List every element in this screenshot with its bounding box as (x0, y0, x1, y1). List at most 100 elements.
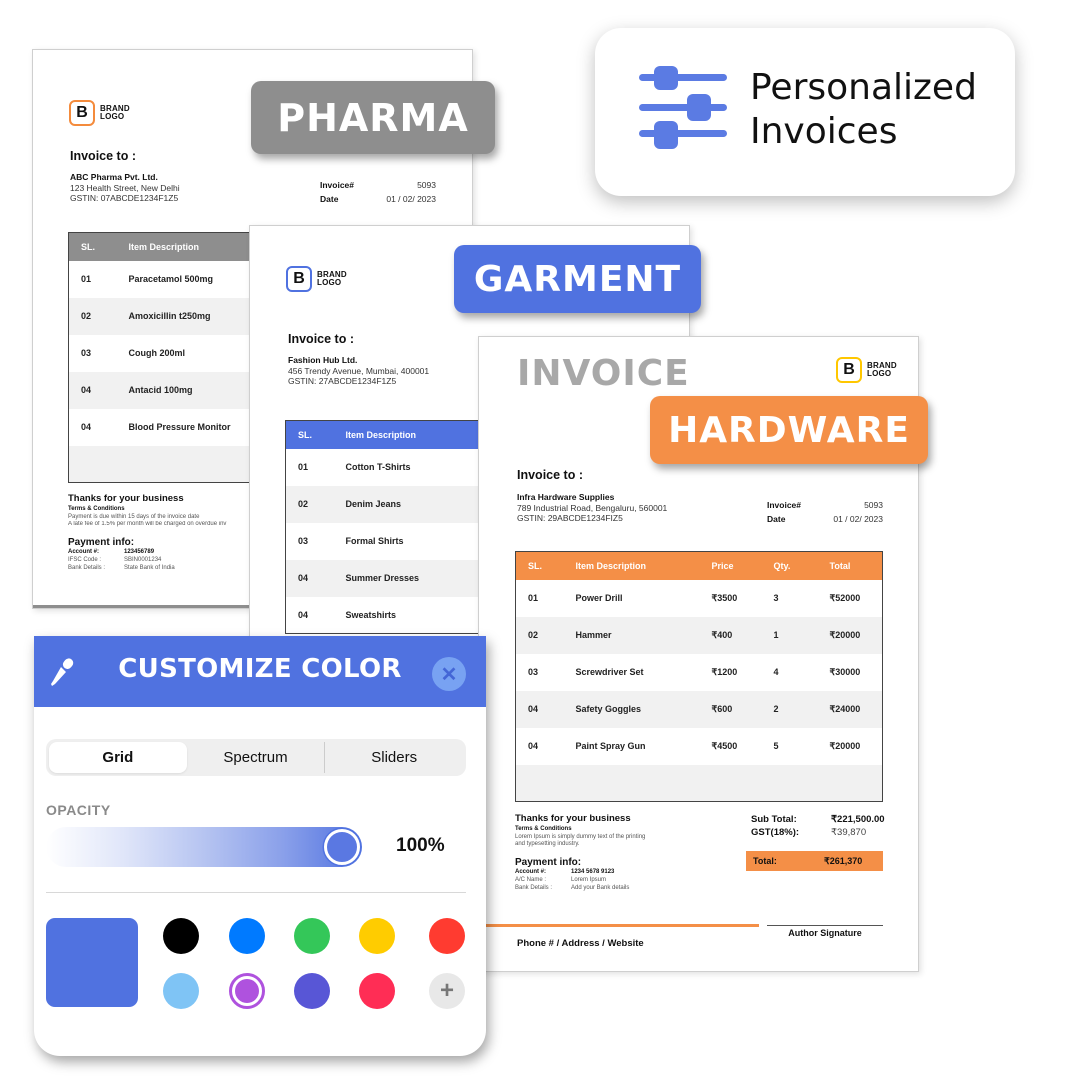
client-info: ABC Pharma Pvt. Ltd. 123 Health Street, … (70, 172, 180, 204)
row-sl: 02 (68, 297, 117, 335)
invoice-meta: Invoice# 5093 Date 01 / 02/ 2023 (320, 178, 436, 206)
gst-value: ₹39,870 (831, 827, 867, 838)
table-cell: 01 (528, 593, 539, 603)
table-cell (699, 764, 762, 802)
column-header: SL. (81, 241, 96, 252)
color-swatch-purple[interactable] (229, 973, 265, 1009)
opacity-slider[interactable] (46, 827, 362, 867)
footer-bar (33, 605, 249, 608)
current-color-swatch (46, 918, 138, 1007)
client-address: 123 Health Street, New Delhi (70, 182, 180, 193)
garment-items-table: SL. Item Description 01 Cotton T-Shirts 0… (285, 420, 485, 634)
invoice-to-label: Invoice to : (70, 149, 136, 163)
table-cell: 4 (773, 667, 779, 677)
invoice-meta: Invoice# 5093 Date 01 / 02/ 2023 (767, 498, 883, 526)
brand-logo-text: LOGO (100, 112, 125, 121)
color-swatch-light-blue[interactable] (163, 973, 199, 1009)
table-cell: ₹3500 (711, 592, 738, 603)
client-address: 789 Industrial Road, Bengaluru, 560001 (517, 502, 668, 513)
color-swatch-red[interactable] (429, 918, 465, 954)
client-name: ABC Pharma Pvt. Ltd. (70, 172, 158, 182)
panel-header: CUSTOMIZE COLOR ✕ (34, 636, 486, 707)
table-row: 04 Blood Pressure Monitor (69, 409, 268, 446)
total-bar: Total: ₹261,370 (746, 851, 883, 871)
totals: Sub Total: ₹221,500.00 GST(18%): ₹39,870 (751, 813, 891, 839)
brand-logo-icon: B (836, 357, 862, 383)
invoice-number-label: Invoice# (767, 500, 802, 510)
payment-field: A/C Name : (515, 876, 547, 883)
row-sl: 02 (285, 485, 334, 523)
panel-title: CUSTOMIZE COLOR (118, 654, 402, 684)
row-sl: 04 (81, 422, 92, 432)
client-gstin: GSTIN: 07ABCDE1234F1Z5 (70, 193, 179, 203)
brand-logo-text: LOGO (867, 369, 892, 378)
hardware-footer-left: Thanks for your business Terms & Conditi… (515, 813, 715, 892)
row-desc: Summer Dresses (333, 559, 485, 597)
table-cell: 3 (773, 593, 779, 603)
opacity-slider-knob[interactable] (324, 829, 360, 865)
payment-field: Bank Details : (68, 564, 106, 571)
tab-grid[interactable]: Grid (49, 742, 187, 773)
table-row: 01 Cotton T-Shirts (286, 449, 485, 486)
table-row: 01 Power Drill ₹3500 3 ₹52000 (516, 580, 883, 617)
table-row: 02 Denim Jeans (285, 485, 485, 523)
row-sl: 03 (298, 536, 309, 546)
subtotal-value: ₹221,500.00 (831, 814, 885, 825)
brand-logo-icon: B (286, 266, 312, 292)
pharma-footer: Thanks for your business Terms & Conditi… (68, 493, 268, 572)
brand-logo: B BRAND LOGO (69, 100, 130, 126)
color-swatch-yellow[interactable] (359, 918, 395, 954)
invoice-number: 5093 (417, 180, 436, 190)
table-row: 04 Safety Goggles ₹600 2 ₹24000 (515, 690, 883, 728)
pharma-tag: PHARMA (251, 81, 495, 154)
payment-row: Bank Details : State Bank of India (68, 564, 268, 572)
color-swatch-blue[interactable] (229, 918, 265, 954)
table-row: 04 Paint Spray Gun ₹4500 5 ₹20000 (516, 728, 883, 765)
payment-row: A/C Name : Lorem Ipsum (515, 876, 715, 884)
invoice-number-label: Invoice# (320, 180, 355, 190)
payment-field: Bank Details : (515, 884, 553, 891)
view-segmented-control: Grid Spectrum Sliders (46, 739, 466, 776)
table-row: 02 Hammer ₹400 1 ₹20000 (515, 616, 883, 654)
table-row-empty (515, 764, 883, 802)
client-gstin: GSTIN: 29ABCDE1234FIZ5 (517, 513, 623, 523)
column-header: Price (711, 560, 734, 571)
column-header: Qty. (773, 560, 791, 571)
garment-tag: GARMENT (454, 245, 701, 313)
tab-sliders[interactable]: Sliders (324, 742, 463, 773)
close-button[interactable]: ✕ (432, 657, 466, 691)
plus-icon: + (439, 977, 454, 1004)
client-info: Fashion Hub Ltd. 456 Trendy Avenue, Mumb… (288, 355, 429, 387)
payment-field: 123456789 (124, 548, 155, 555)
tab-spectrum[interactable]: Spectrum (187, 742, 325, 773)
row-sl: 01 (81, 274, 92, 284)
payment-field: State Bank of India (124, 564, 175, 571)
close-icon: ✕ (440, 663, 458, 686)
client-name: Infra Hardware Supplies (517, 492, 615, 502)
column-header: Item Description (575, 560, 647, 571)
table-cell: 2 (761, 690, 818, 728)
signature-label: Author Signature (788, 928, 862, 938)
color-swatch-pink[interactable] (359, 973, 395, 1009)
opacity-value: 100% (396, 835, 445, 856)
color-swatch-indigo[interactable] (294, 973, 330, 1009)
total-label: Total: (753, 856, 777, 866)
column-header: Item Description (128, 241, 200, 252)
row-sl: 04 (285, 559, 334, 597)
table-cell: ₹600 (699, 690, 762, 728)
add-color-button[interactable]: + (429, 973, 465, 1009)
table-cell: 1 (761, 616, 818, 654)
terms-title: Terms & Conditions (68, 506, 125, 512)
row-sl: 04 (298, 609, 309, 620)
table-cell: 5 (773, 741, 779, 751)
row-desc: Paracetamol 500mg (128, 274, 214, 284)
payment-row: Account #: 123456789 (68, 548, 268, 556)
color-swatch-green[interactable] (294, 918, 330, 954)
color-swatch-black[interactable] (163, 918, 199, 954)
customize-color-panel: CUSTOMIZE COLOR ✕ Grid Spectrum Sliders … (34, 636, 486, 1056)
table-cell: ₹30000 (829, 666, 861, 677)
table-cell: 04 (528, 741, 539, 751)
client-info: Infra Hardware Supplies 789 Industrial R… (517, 492, 667, 524)
table-cell: 04 (515, 690, 564, 728)
table-cell: 03 (528, 667, 539, 677)
